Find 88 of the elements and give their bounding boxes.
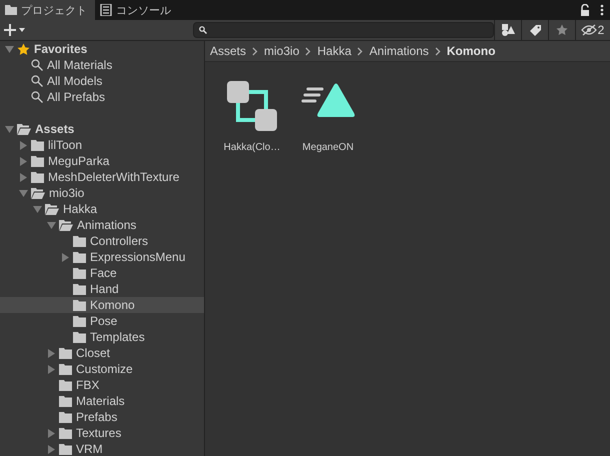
document-icon [100,4,112,16]
node-graph-icon [227,81,277,131]
open-folder-icon [45,204,59,214]
collapsed-arrow-icon[interactable] [46,364,56,374]
tree-item[interactable]: Customize [0,361,204,377]
folder-icon [59,348,72,358]
folder-icon [73,316,86,326]
tree-item[interactable]: FBX [0,377,204,393]
star-icon [556,24,568,36]
tree-item[interactable]: mio3io [0,185,204,201]
tag-icon [528,24,542,36]
tree-item[interactable]: Hakka [0,201,204,217]
open-folder-icon [17,124,31,134]
tree-item[interactable]: All Materials [0,57,204,73]
search-icon [31,59,43,71]
folder-icon [73,284,86,294]
asset-item[interactable]: Hakka(Clo… [217,76,287,153]
tree-item[interactable]: All Prefabs [0,89,204,105]
folder-icon [59,412,72,422]
search-icon [199,26,207,34]
star-icon [17,42,30,56]
collapsed-arrow-icon[interactable] [18,172,28,182]
folder-icon [73,300,86,310]
collapsed-arrow-icon[interactable] [46,348,56,358]
collapsed-arrow-icon[interactable] [18,140,28,150]
expanded-arrow-icon[interactable] [4,44,14,54]
asset-item[interactable]: MeganeON [293,76,363,153]
tree-item[interactable]: MeguParka [0,153,204,169]
tree-item[interactable]: Controllers [0,233,204,249]
tab[interactable]: コンソール [95,0,188,20]
folder-icon [31,140,44,150]
folder-icon [59,428,72,438]
collapsed-arrow-icon[interactable] [46,428,56,438]
collapsed-arrow-icon[interactable] [46,444,56,454]
collapsed-arrow-icon[interactable] [18,156,28,166]
folder-icon [59,396,72,406]
expanded-arrow-icon[interactable] [4,124,14,134]
folder-icon [73,236,86,246]
folder-icon [31,156,44,166]
shapes-icon [501,23,515,37]
tree-item[interactable]: Favorites [0,41,204,57]
folder-icon [73,332,86,342]
lock-icon[interactable] [580,4,590,16]
tree-item[interactable]: VRM [0,441,204,456]
tree-item[interactable]: Materials [0,393,204,409]
breadcrumb-link[interactable]: Komono [446,44,496,58]
tree-item[interactable]: Komono [0,297,204,313]
plus-caret-icon [4,24,26,36]
more-icon[interactable] [600,4,604,16]
folder-icon [73,252,86,262]
open-folder-icon [59,220,73,230]
hidden-eye-icon [580,24,597,36]
search-field[interactable] [193,22,494,38]
folder-icon [59,364,72,374]
search-icon [31,75,43,87]
breadcrumb-link[interactable]: Hakka [317,44,352,58]
breadcrumb-link[interactable]: Animations [369,44,429,58]
folder-icon [5,4,17,16]
tree-item[interactable]: ExpressionsMenu [0,249,204,265]
folder-icon [59,380,72,390]
tree-item[interactable]: Templates [0,329,204,345]
breadcrumb-link[interactable]: mio3io [264,44,300,58]
chevron-icon [357,46,364,56]
expanded-arrow-icon[interactable] [46,220,56,230]
expanded-arrow-icon[interactable] [32,204,42,214]
tree-item[interactable]: Closet [0,345,204,361]
chevron-icon [305,46,312,56]
tree-item[interactable]: lilToon [0,137,204,153]
open-folder-icon [31,188,45,198]
chevron-icon [252,46,258,56]
tree-item[interactable]: Animations [0,217,204,233]
breadcrumb-link[interactable]: Assets [210,44,246,58]
folder-icon [59,444,72,454]
tree-item[interactable]: Prefabs [0,409,204,425]
chevron-icon [434,46,441,56]
tree-item[interactable]: MeshDeleterWithTexture [0,169,204,185]
tree-item[interactable]: Assets [0,121,204,137]
tree-item[interactable]: Textures [0,425,204,441]
folder-icon [73,268,86,278]
tree-item[interactable]: Hand [0,281,204,297]
collapsed-arrow-icon[interactable] [60,252,70,262]
folder-icon [31,172,44,182]
expanded-arrow-icon[interactable] [18,188,28,198]
search-icon [31,91,43,103]
tree-item[interactable]: Pose [0,313,204,329]
tree-item[interactable]: Face [0,265,204,281]
tab[interactable]: プロジェクト [0,0,95,20]
tree-item[interactable]: All Models [0,73,204,89]
